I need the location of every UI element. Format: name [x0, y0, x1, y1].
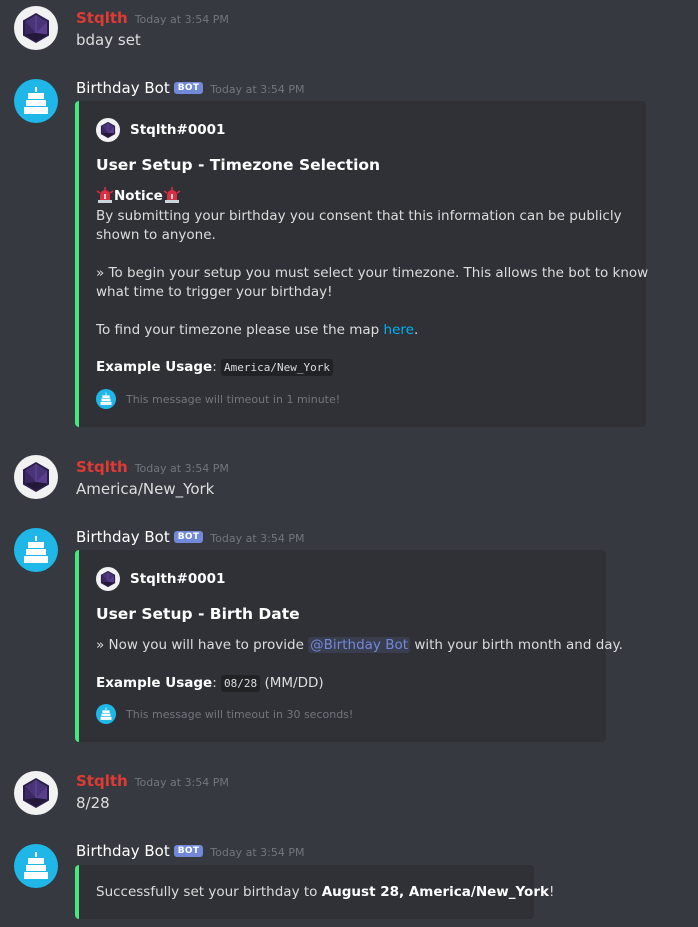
- username[interactable]: Birthday Bot: [76, 528, 170, 546]
- map-line: To find your timezone please use the map…: [96, 322, 419, 338]
- embed-footer: This message will timeout in 30 seconds!: [96, 704, 353, 724]
- message-bot-3: Birthday Bot BOT Today at 3:54 PM Successf…: [0, 835, 698, 927]
- timestamp: Today at 3:54 PM: [210, 846, 305, 859]
- d20-dice-icon: [14, 455, 58, 499]
- message-stqlth-1: Stqlth Today at 3:54 PM bday set: [0, 0, 698, 70]
- username[interactable]: Stqlth: [76, 772, 128, 790]
- author-avatar: [96, 118, 120, 142]
- user-avatar[interactable]: [14, 455, 58, 499]
- bot-badge: BOT: [173, 845, 204, 857]
- d20-dice-icon: [14, 771, 58, 815]
- message-bot-1: Birthday Bot BOT Today at 3:54 PM Stqlth#0…: [0, 70, 698, 440]
- bot-badge: BOT: [173, 82, 204, 94]
- embed-success: Successfully set your birthday to August…: [75, 865, 554, 919]
- example-usage: Example Usage: 08/28 (MM/DD): [96, 675, 324, 692]
- footer-icon: [96, 389, 116, 409]
- message-text: 8/28: [76, 794, 110, 812]
- birthday-cake-icon: [96, 389, 116, 409]
- step-line-2: what time to trigger your birthday!: [96, 284, 333, 300]
- map-link[interactable]: here: [384, 322, 414, 338]
- timestamp: Today at 3:54 PM: [134, 13, 229, 26]
- user-avatar[interactable]: [14, 6, 58, 50]
- step-line-1: » To begin your setup you must select yo…: [96, 265, 649, 281]
- code-example: 08/28: [221, 675, 261, 692]
- success-text: Successfully set your birthday to August…: [96, 884, 555, 900]
- bot-avatar[interactable]: [14, 844, 58, 888]
- embed-timezone: Stqlth#0001 User Setup - Timezone Select…: [75, 101, 649, 427]
- embed-birthdate: Stqlth#0001 User Setup - Birth Date » No…: [75, 550, 623, 742]
- message-text: bday set: [76, 31, 141, 49]
- example-usage: Example Usage: America/New_York: [96, 358, 333, 377]
- author-name: Stqlth#0001: [130, 121, 226, 138]
- embed-footer: This message will timeout in 1 minute!: [96, 389, 340, 409]
- username[interactable]: Birthday Bot: [76, 79, 170, 97]
- notice-heading: Notice: [96, 187, 181, 206]
- username[interactable]: Stqlth: [76, 458, 128, 476]
- d20-dice-icon: [96, 118, 120, 142]
- timestamp: Today at 3:54 PM: [134, 776, 229, 789]
- message-stqlth-3: Stqlth Today at 3:54 PM 8/28: [0, 765, 698, 835]
- author-name: Stqlth#0001: [130, 570, 226, 587]
- username[interactable]: Stqlth: [76, 9, 128, 27]
- footer-icon: [96, 704, 116, 724]
- message-stqlth-2: Stqlth Today at 3:54 PM America/New_York: [0, 449, 698, 519]
- author-avatar: [96, 567, 120, 591]
- embed-title: User Setup - Birth Date: [96, 605, 300, 623]
- d20-dice-icon: [14, 6, 58, 50]
- message-bot-2: Birthday Bot BOT Today at 3:54 PM Stqlth#0…: [0, 519, 698, 754]
- code-example: America/New_York: [221, 359, 333, 376]
- birthday-cake-icon: [14, 79, 58, 123]
- siren-icon: [96, 187, 114, 203]
- username[interactable]: Birthday Bot: [76, 842, 170, 860]
- birthday-cake-icon: [14, 528, 58, 572]
- birthday-cake-icon: [14, 844, 58, 888]
- bot-avatar[interactable]: [14, 79, 58, 123]
- embed-author: Stqlth#0001: [96, 118, 225, 142]
- step-line: » Now you will have to provide @Birthday…: [96, 637, 623, 653]
- bot-avatar[interactable]: [14, 528, 58, 572]
- timestamp: Today at 3:54 PM: [134, 462, 229, 475]
- timestamp: Today at 3:54 PM: [210, 532, 305, 545]
- bot-mention[interactable]: @Birthday Bot: [308, 637, 411, 653]
- siren-icon: [163, 187, 181, 203]
- message-text: America/New_York: [76, 480, 215, 498]
- embed-title: User Setup - Timezone Selection: [96, 156, 381, 174]
- embed-author: Stqlth#0001: [96, 567, 225, 591]
- bot-badge: BOT: [173, 531, 204, 543]
- user-avatar[interactable]: [14, 771, 58, 815]
- timestamp: Today at 3:54 PM: [210, 83, 305, 96]
- d20-dice-icon: [96, 567, 120, 591]
- consent-text: By submitting your birthday you consent …: [96, 208, 622, 243]
- birthday-cake-icon: [96, 704, 116, 724]
